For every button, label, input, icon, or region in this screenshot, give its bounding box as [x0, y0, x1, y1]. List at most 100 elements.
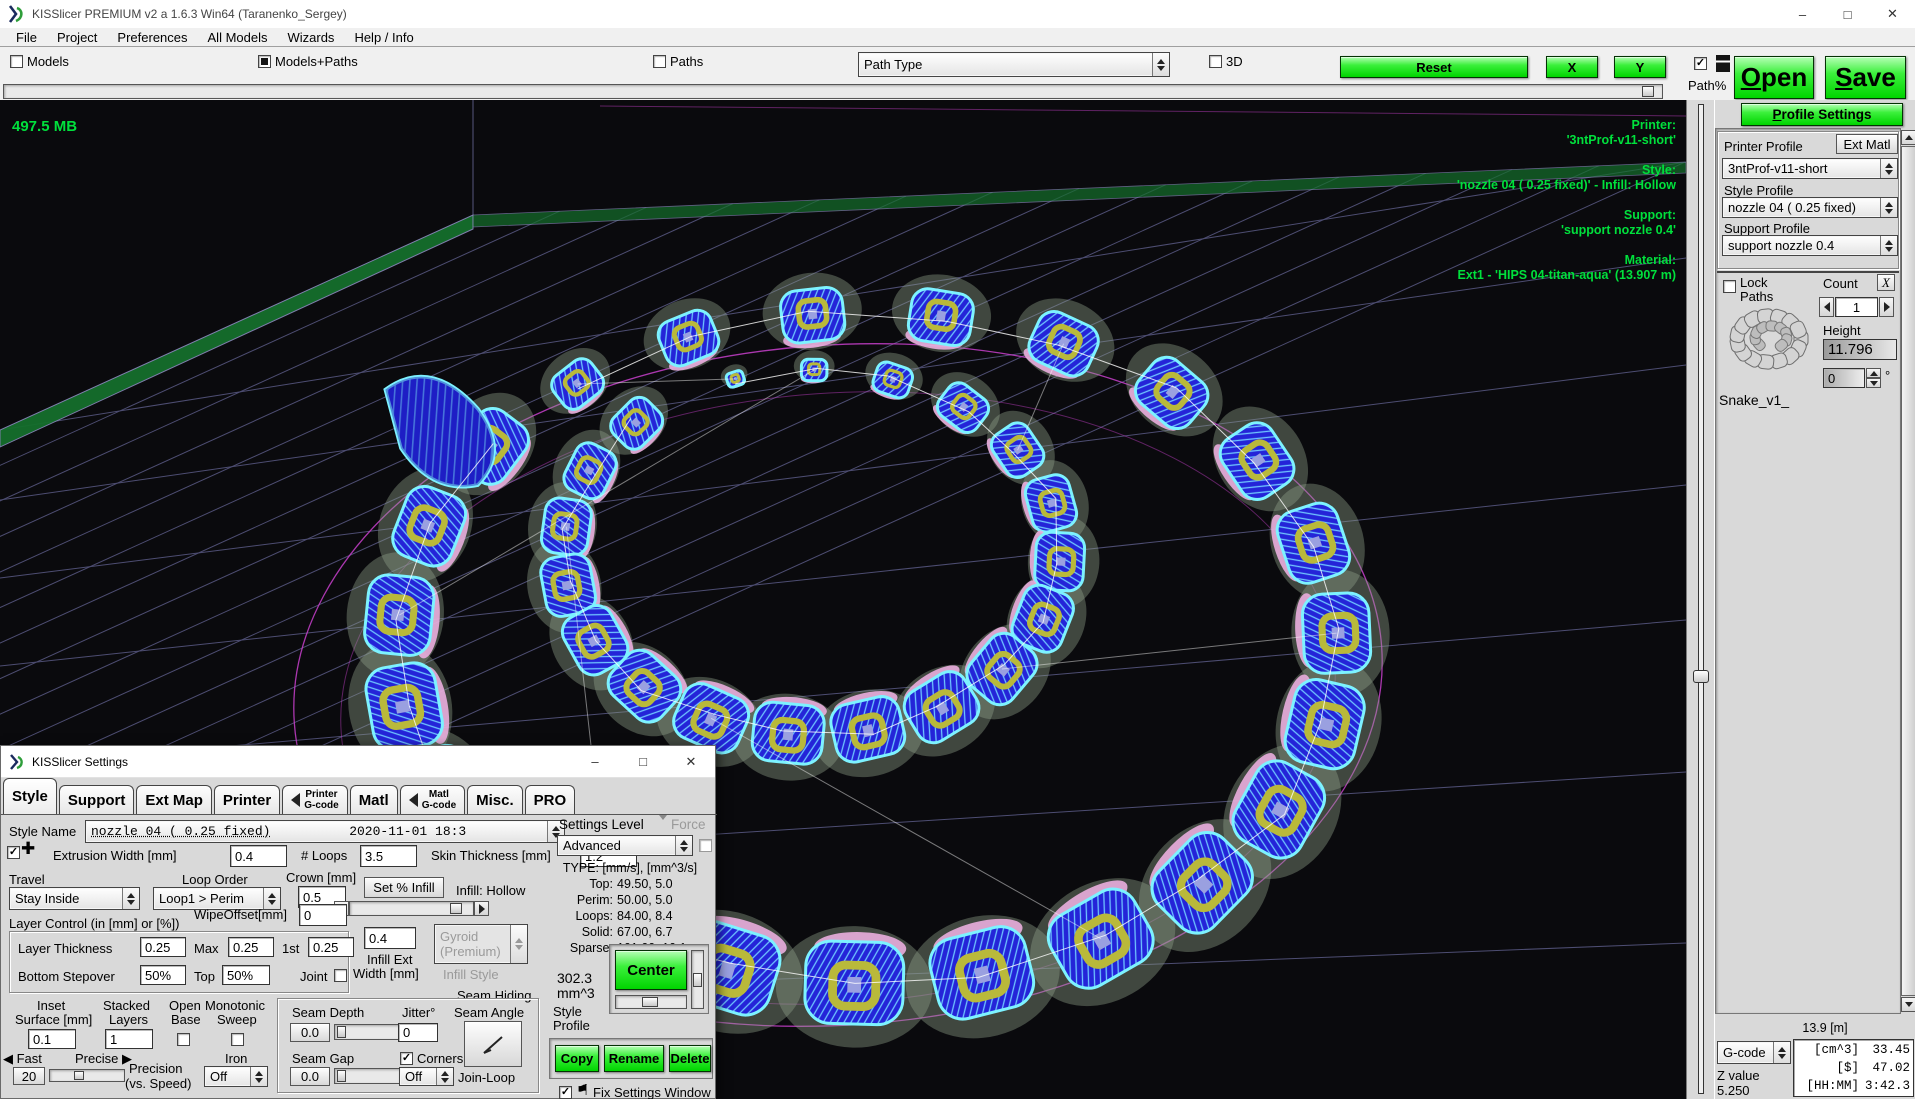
3d-checkbox[interactable]: [1209, 55, 1222, 68]
jitter-field[interactable]: 0: [398, 1023, 438, 1042]
count-increase-button[interactable]: [1879, 297, 1894, 317]
bottom-stepover-field[interactable]: 50%: [140, 965, 186, 985]
paths-checkbox[interactable]: [653, 55, 666, 68]
fix-settings-checkbox[interactable]: [559, 1086, 572, 1099]
menu-file[interactable]: File: [6, 30, 47, 45]
style-profile-dropdown[interactable]: nozzle 04 ( 0.25 fixed): [1722, 197, 1898, 218]
path-color-swatch-icon[interactable]: [1716, 55, 1730, 72]
style-name-dropdown[interactable]: nozzle 04 ( 0.25 fixed) 2020-11-01 18:3: [85, 820, 565, 843]
extrusion-width-field[interactable]: 0.4: [230, 845, 287, 867]
y-axis-button[interactable]: Y: [1614, 56, 1666, 78]
layer-thickness-field[interactable]: 0.25: [140, 937, 186, 957]
models-checkbox[interactable]: [10, 55, 23, 68]
seam-gap-handle[interactable]: [337, 1070, 346, 1082]
gcode-dropdown[interactable]: G-code: [1717, 1041, 1791, 1064]
joint-checkbox[interactable]: [334, 969, 347, 982]
save-button[interactable]: Save: [1825, 56, 1906, 99]
center-button[interactable]: Center: [615, 950, 687, 990]
seam-depth-slider[interactable]: [334, 1024, 400, 1040]
support-profile-dropdown[interactable]: support nozzle 0.4: [1722, 235, 1898, 256]
rotation-spinner[interactable]: [1866, 368, 1881, 388]
tab-matl-g-code[interactable]: MatlG-code: [400, 785, 465, 814]
seam-gap-value[interactable]: 0.0: [290, 1067, 330, 1086]
dialog-close-button[interactable]: ✕: [667, 746, 715, 777]
path-pct-slider[interactable]: [3, 84, 1663, 99]
menu-project[interactable]: Project: [47, 30, 107, 45]
open-button[interactable]: Open: [1734, 56, 1814, 99]
seam-gap-slider[interactable]: [334, 1068, 400, 1084]
close-button[interactable]: ✕: [1870, 0, 1915, 28]
dialog-minimize-button[interactable]: –: [571, 746, 619, 777]
settings-dialog[interactable]: KISSlicer Settings – □ ✕ StyleSupportExt…: [0, 745, 716, 1099]
loops-field[interactable]: 3.5: [360, 845, 417, 867]
count-decrease-button[interactable]: [1819, 297, 1834, 317]
iron-dropdown[interactable]: Off: [204, 1066, 268, 1087]
inset-surface-field[interactable]: 0.1: [28, 1029, 76, 1049]
tab-ext-map[interactable]: Ext Map: [136, 785, 212, 814]
max-field[interactable]: 0.25: [228, 937, 274, 957]
first-field[interactable]: 0.25: [308, 937, 354, 957]
dialog-title-bar[interactable]: KISSlicer Settings – □ ✕: [1, 746, 715, 778]
infill-ext-field[interactable]: 0.4: [364, 927, 416, 949]
tab-matl[interactable]: Matl: [350, 785, 398, 814]
corners-checkbox[interactable]: [400, 1052, 413, 1065]
path-pct-checkbox[interactable]: [1694, 57, 1707, 70]
seam-angle-button[interactable]: [464, 1021, 522, 1067]
z-preview-slider[interactable]: [1686, 100, 1714, 1099]
x-offset-slider[interactable]: [615, 995, 687, 1009]
menu-preferences[interactable]: Preferences: [107, 30, 197, 45]
travel-dropdown[interactable]: Stay Inside: [9, 887, 140, 910]
list-scroll-up-button[interactable]: [1901, 130, 1915, 145]
monotonic-sweep-checkbox[interactable]: [231, 1033, 244, 1046]
tab-pro[interactable]: PRO: [525, 785, 576, 814]
models-paths-checkbox[interactable]: [258, 55, 271, 68]
reset-button[interactable]: Reset: [1340, 56, 1528, 78]
infill-slider-right-button[interactable]: [474, 901, 489, 916]
printer-profile-dropdown[interactable]: 3ntProf-v11-short: [1722, 158, 1898, 179]
path-pct-slider-handle[interactable]: [1642, 86, 1654, 97]
infill-slider-handle[interactable]: [450, 903, 462, 914]
path-type-dropdown[interactable]: Path Type: [858, 52, 1170, 77]
rename-button[interactable]: Rename: [604, 1045, 664, 1072]
tab-printer-g-code[interactable]: PrinterG-code: [282, 785, 347, 814]
delete-button[interactable]: Delete: [669, 1045, 711, 1072]
infill-slider[interactable]: [349, 901, 474, 916]
style-enable-checkbox[interactable]: [7, 846, 20, 859]
precision-slider-handle[interactable]: [74, 1071, 84, 1080]
join-loop-dropdown[interactable]: Off: [399, 1067, 454, 1086]
lock-paths-checkbox[interactable]: [1723, 280, 1736, 293]
seam-depth-value[interactable]: 0.0: [290, 1023, 330, 1042]
tab-support[interactable]: Support: [59, 785, 135, 814]
settings-level-dropdown[interactable]: Advanced: [557, 835, 693, 856]
ext-matl-button[interactable]: Ext Matl: [1836, 134, 1898, 154]
force-checkbox[interactable]: [699, 839, 712, 852]
precision-slider[interactable]: [49, 1069, 125, 1082]
profile-settings-button[interactable]: Profile Settings: [1741, 103, 1903, 126]
minimize-button[interactable]: –: [1780, 0, 1825, 28]
add-style-icon[interactable]: ✚: [21, 839, 35, 859]
seam-depth-handle[interactable]: [337, 1026, 346, 1038]
set-infill-button[interactable]: Set % Infill: [364, 877, 444, 898]
y-offset-handle[interactable]: [693, 973, 702, 987]
remove-model-button[interactable]: X: [1877, 274, 1895, 291]
x-offset-handle[interactable]: [642, 997, 658, 1007]
menu-wizards[interactable]: Wizards: [277, 30, 344, 45]
y-offset-slider[interactable]: [691, 950, 704, 1009]
maximize-button[interactable]: □: [1825, 0, 1870, 28]
menu-all-models[interactable]: All Models: [198, 30, 278, 45]
rotation-field[interactable]: 0: [1823, 368, 1865, 388]
tab-misc[interactable]: Misc.: [467, 785, 523, 814]
model-item-snake[interactable]: Lock Paths Count X 1 Height 11.796 0 °: [1717, 271, 1899, 397]
wipe-offset-field[interactable]: 0: [299, 904, 347, 926]
tab-style[interactable]: Style: [3, 778, 57, 814]
list-scrollbar-thumb[interactable]: [1901, 146, 1915, 996]
tab-printer[interactable]: Printer: [214, 785, 280, 814]
precision-steps-button[interactable]: 20: [13, 1067, 45, 1085]
z-preview-handle[interactable]: [1693, 670, 1709, 683]
count-field[interactable]: 1: [1835, 297, 1878, 317]
top-field[interactable]: 50%: [222, 965, 270, 985]
menu-help-info[interactable]: Help / Info: [344, 30, 423, 45]
stacked-layers-field[interactable]: 1: [105, 1029, 153, 1049]
open-base-checkbox[interactable]: [177, 1033, 190, 1046]
list-scroll-down-button[interactable]: [1901, 997, 1915, 1012]
